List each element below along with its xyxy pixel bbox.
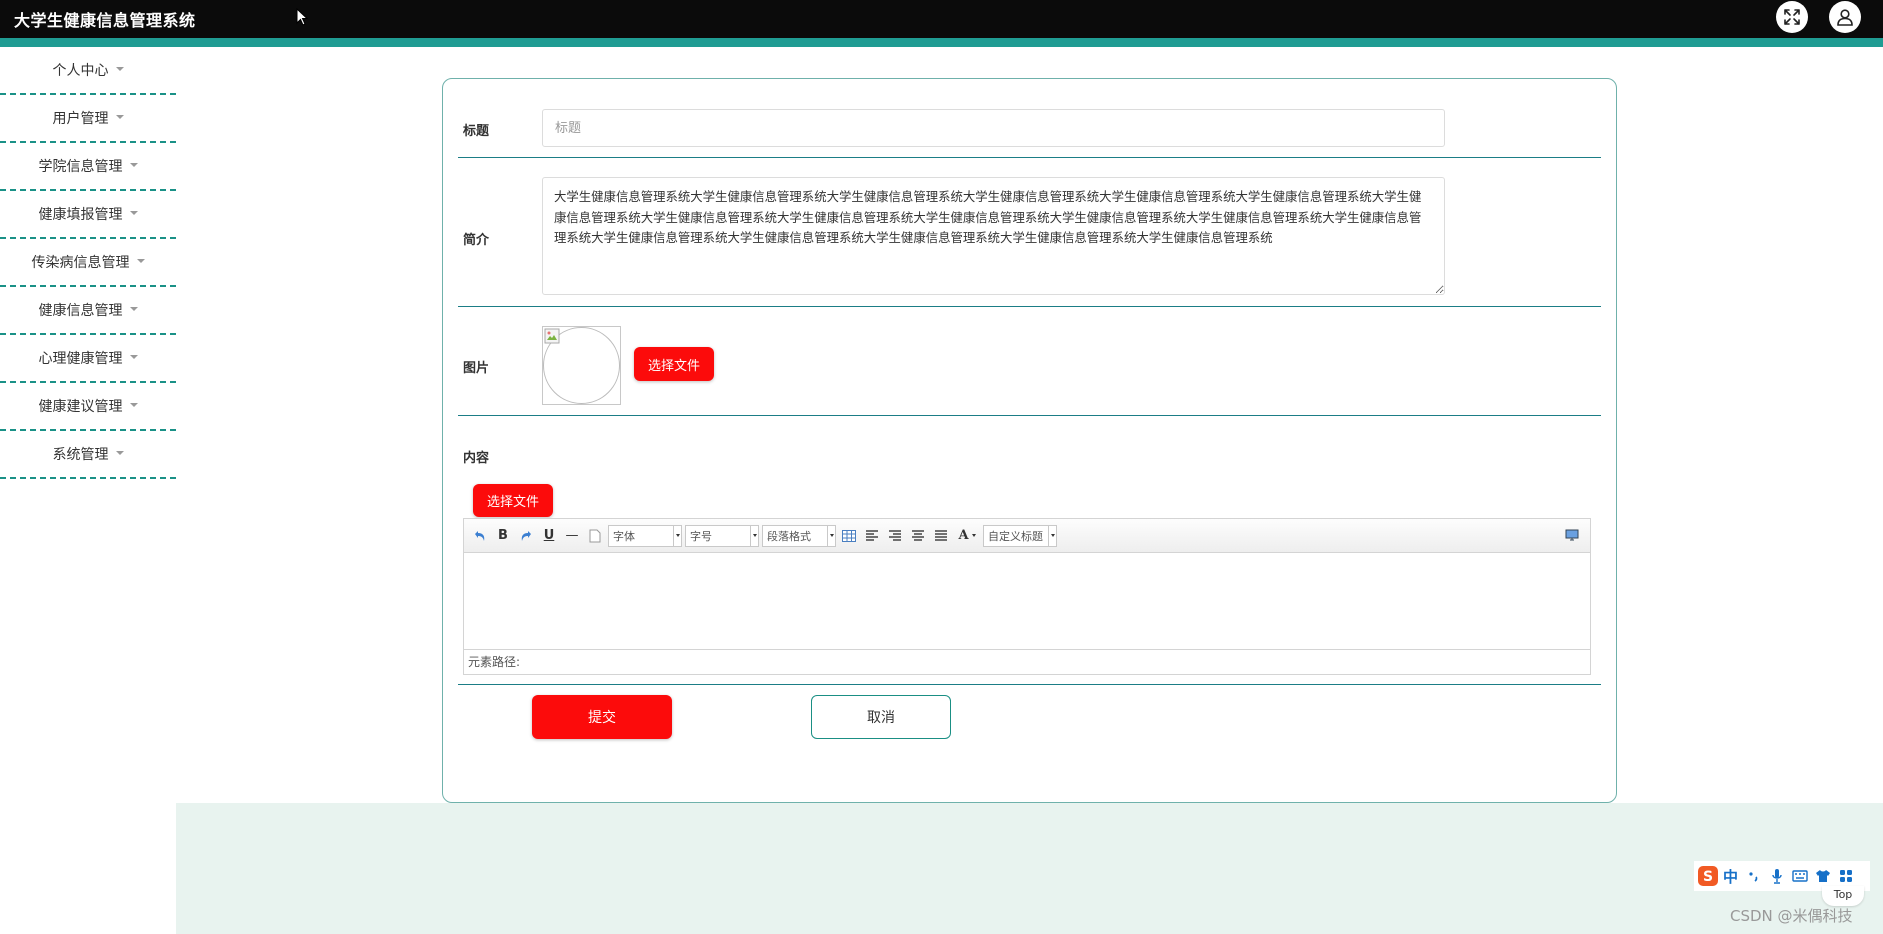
intro-textarea[interactable]	[542, 177, 1445, 295]
align-justify-icon[interactable]	[931, 526, 951, 546]
image-upload-button[interactable]: 选择文件	[634, 347, 714, 381]
sidebar-item-personal-center[interactable]: 个人中心	[0, 47, 176, 95]
undo-icon[interactable]	[470, 526, 490, 546]
sidebar-item-label: 学院信息管理	[38, 159, 123, 175]
align-right-icon[interactable]	[885, 526, 905, 546]
content-label: 内容	[463, 451, 490, 466]
horizontal-rule-icon[interactable]: —	[562, 526, 582, 546]
image-preview	[542, 326, 621, 405]
bold-icon[interactable]: B	[493, 526, 513, 546]
caret-down-icon	[129, 307, 138, 311]
back-to-top-button[interactable]: Top	[1822, 886, 1864, 906]
submit-button[interactable]: 提交	[532, 695, 672, 739]
rich-text-editor: B U — 字体 字号 段落格式 A 自定义标题 元素路径:	[463, 518, 1591, 675]
preview-icon[interactable]	[1562, 526, 1582, 546]
row-divider	[458, 306, 1601, 307]
editor-body[interactable]	[464, 553, 1590, 649]
content-upload-button[interactable]: 选择文件	[473, 484, 553, 517]
broken-image-icon	[544, 328, 560, 344]
custom-title-select[interactable]: 自定义标题	[983, 524, 1057, 547]
caret-down-icon	[115, 67, 124, 71]
caret-down-icon	[129, 355, 138, 359]
row-divider	[458, 684, 1601, 685]
editor-element-path: 元素路径:	[464, 649, 1590, 674]
paragraph-format-select[interactable]: 段落格式	[762, 524, 836, 547]
caret-down-icon	[115, 451, 124, 455]
sidebar-item-label: 健康填报管理	[38, 207, 123, 223]
microphone-icon[interactable]	[1765, 864, 1788, 888]
sidebar-item-label: 健康信息管理	[38, 303, 123, 319]
top-accent-stripe	[0, 38, 1883, 47]
caret-down-icon	[129, 211, 138, 215]
app-title: 大学生健康信息管理系统	[14, 11, 196, 30]
dropdown-arrow-icon	[750, 525, 758, 546]
align-center-icon[interactable]	[908, 526, 928, 546]
toolbox-grid-icon[interactable]	[1834, 864, 1857, 888]
caret-down-icon	[115, 115, 124, 119]
font-size-select[interactable]: 字号	[685, 524, 759, 547]
user-icon[interactable]	[1829, 1, 1861, 33]
fullscreen-icon[interactable]	[1776, 1, 1808, 33]
table-icon[interactable]	[839, 526, 859, 546]
content-background	[176, 803, 1883, 934]
sidebar-item-label: 个人中心	[52, 63, 109, 79]
cancel-button[interactable]: 取消	[811, 695, 951, 739]
sidebar-item-health-report[interactable]: 健康填报管理	[0, 191, 176, 239]
editor-toolbar: B U — 字体 字号 段落格式 A 自定义标题	[464, 519, 1590, 553]
title-label: 标题	[463, 124, 490, 139]
top-bar: 大学生健康信息管理系统	[0, 0, 1883, 38]
underline-icon[interactable]: U	[539, 526, 559, 546]
sidebar-item-label: 心理健康管理	[38, 351, 123, 367]
intro-label: 简介	[463, 233, 490, 248]
dropdown-arrow-icon	[1048, 525, 1056, 546]
sidebar-item-health-info[interactable]: 健康信息管理	[0, 287, 176, 335]
redo-icon[interactable]	[516, 526, 536, 546]
font-color-icon[interactable]: A	[954, 526, 980, 546]
ime-language-toggle[interactable]: 中	[1719, 864, 1742, 888]
sidebar-item-user-management[interactable]: 用户管理	[0, 95, 176, 143]
sidebar: 个人中心 用户管理 学院信息管理 健康填报管理 传染病信息管理 健康信息管理 心…	[0, 47, 176, 479]
dropdown-arrow-icon	[827, 525, 835, 546]
sidebar-item-system-management[interactable]: 系统管理	[0, 431, 176, 479]
skin-shirt-icon[interactable]	[1811, 864, 1834, 888]
sidebar-item-mental-health[interactable]: 心理健康管理	[0, 335, 176, 383]
font-family-select[interactable]: 字体	[608, 524, 682, 547]
svg-text:S: S	[1702, 869, 1712, 885]
dropdown-arrow-icon	[673, 525, 681, 546]
watermark: CSDN @米偶科技	[1730, 907, 1853, 925]
caret-down-icon	[136, 259, 145, 263]
sidebar-item-health-advice[interactable]: 健康建议管理	[0, 383, 176, 431]
caret-down-icon	[129, 163, 138, 167]
row-divider	[458, 415, 1601, 416]
image-label: 图片	[463, 361, 490, 376]
keyboard-icon[interactable]	[1788, 864, 1811, 888]
row-divider	[458, 157, 1601, 158]
title-input[interactable]	[542, 109, 1445, 147]
punctuation-icon[interactable]	[1742, 864, 1765, 888]
sidebar-item-label: 用户管理	[52, 111, 109, 127]
page-icon[interactable]	[585, 526, 605, 546]
sogou-logo-icon[interactable]: S	[1696, 864, 1719, 888]
form-card: 标题 简介 图片 选择文件 内容 选择文件 B U —	[442, 78, 1617, 803]
caret-down-icon	[129, 403, 138, 407]
mouse-cursor-icon	[296, 8, 308, 26]
sidebar-item-label: 健康建议管理	[38, 399, 123, 415]
sidebar-item-label: 传染病信息管理	[31, 255, 130, 271]
sidebar-item-college-info[interactable]: 学院信息管理	[0, 143, 176, 191]
sidebar-item-infectious-disease[interactable]: 传染病信息管理	[0, 239, 176, 287]
sidebar-item-label: 系统管理	[52, 447, 109, 463]
align-left-icon[interactable]	[862, 526, 882, 546]
